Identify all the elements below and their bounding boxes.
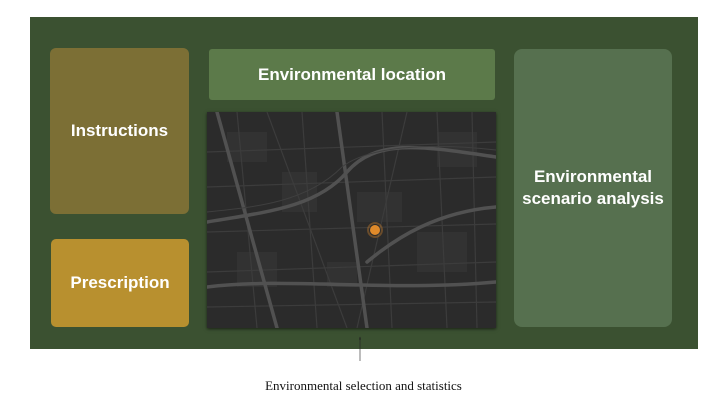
environmental-location-label: Environmental location: [258, 64, 446, 84]
environmental-scenario-analysis-label: Environmental scenario analysis: [522, 167, 664, 208]
prescription-box: Prescription: [51, 239, 189, 327]
environment-map: [207, 112, 496, 328]
instructions-label: Instructions: [70, 121, 169, 140]
map-graphic: [207, 112, 496, 328]
prescription-label: Prescription: [70, 273, 170, 292]
environmental-location-box: Environmental location: [209, 49, 495, 100]
environmental-scenario-analysis-box: Environmental scenario analysis: [514, 49, 672, 327]
arrow-up-icon: [359, 336, 361, 361]
location-marker-icon: [367, 222, 383, 238]
diagram-caption: Environmental selection and statistics: [265, 378, 462, 393]
instructions-box: Instructions: [50, 48, 189, 214]
